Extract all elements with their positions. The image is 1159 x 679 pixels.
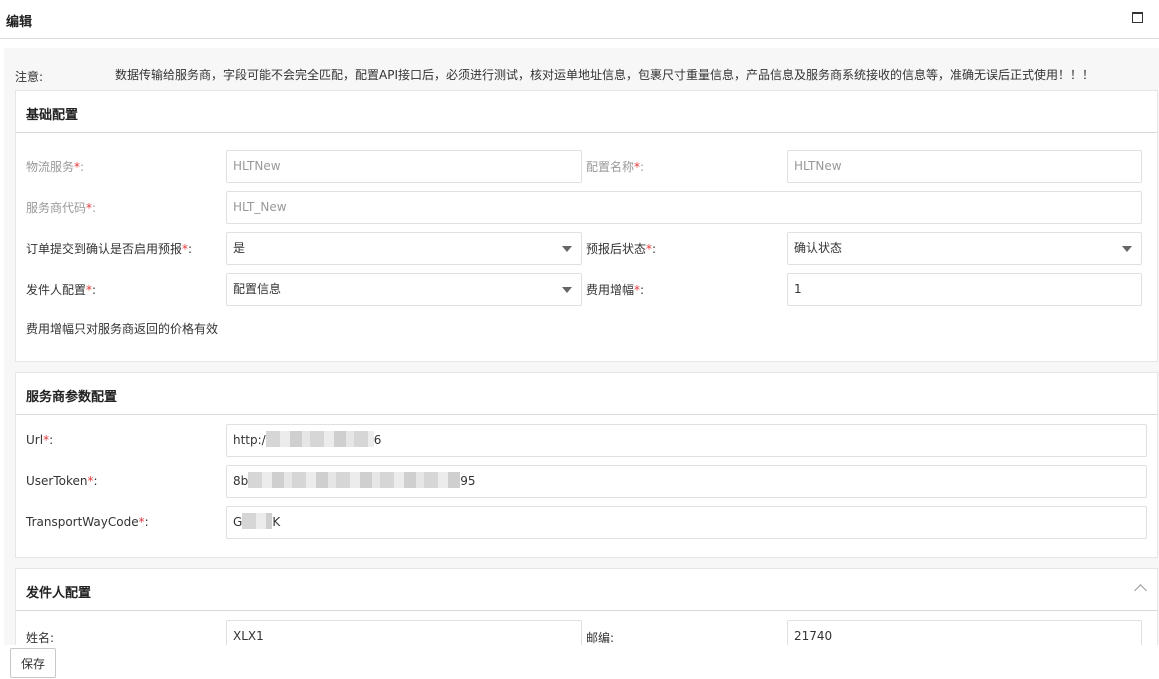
config-name-field: HLTNew	[787, 150, 1142, 183]
after-status-label: 预报后状态*:	[586, 242, 657, 256]
sender-title: 发件人配置	[26, 586, 92, 601]
provider-params-title: 服务商参数配置	[26, 390, 118, 405]
user-token-input[interactable]: 8b 95	[226, 465, 1147, 498]
url-value-start: http:/	[233, 433, 266, 447]
prereport-label: 订单提交到确认是否启用预报*:	[26, 242, 193, 256]
notice-label: 注意:	[15, 70, 44, 84]
dialog-titlebar: 编辑	[0, 0, 1159, 39]
zip-code-label: 邮编:	[586, 631, 615, 645]
fee-increase-label: 费用增幅*:	[586, 283, 645, 297]
dropdown-arrow-icon	[1122, 246, 1132, 252]
redacted-blur	[248, 472, 461, 488]
dialog-content[interactable]: 注意: 数据传输给服务商，字段可能不会完全匹配，配置API接口后，必须进行测试，…	[4, 48, 1159, 645]
provider-params-section: 服务商参数配置 Url*: http:/ 6 UserToken*: 8b 95 T…	[15, 372, 1158, 558]
url-value-end: 6	[373, 433, 382, 447]
after-status-select[interactable]: 确认状态	[787, 232, 1142, 265]
after-status-value: 确认状态	[794, 241, 843, 255]
maximize-icon[interactable]	[1132, 12, 1143, 23]
transport-way-code-input[interactable]: GK	[226, 506, 1147, 539]
transport-way-code-label: TransportWayCode*:	[26, 515, 149, 529]
fee-increase-hint: 费用增幅只对服务商返回的价格有效	[26, 322, 219, 336]
chevron-up-icon[interactable]	[1134, 584, 1147, 597]
transport-value-end: K	[272, 515, 281, 529]
url-input[interactable]: http:/ 6	[226, 424, 1147, 457]
redacted-blur	[265, 431, 374, 447]
token-value-start: 8b	[233, 474, 249, 488]
prereport-select[interactable]: 是	[226, 232, 582, 265]
logistics-service-field: HLTNew	[226, 150, 582, 183]
notice-text: 数据传输给服务商，字段可能不会完全匹配，配置API接口后，必须进行测试，核对运单…	[115, 68, 1094, 82]
user-token-label: UserToken*:	[26, 474, 98, 488]
basic-config-header: 基础配置	[16, 91, 1157, 133]
basic-config-title: 基础配置	[26, 108, 79, 123]
config-name-label: 配置名称*:	[586, 160, 645, 174]
dialog-footer: 保存	[0, 645, 1159, 679]
dialog-title: 编辑	[6, 15, 33, 30]
provider-params-header: 服务商参数配置	[16, 373, 1157, 415]
sender-name-input[interactable]: XLX1	[226, 620, 582, 645]
prereport-value: 是	[233, 241, 246, 255]
fee-increase-input[interactable]: 1	[787, 273, 1142, 306]
token-value-end: 95	[460, 474, 476, 488]
sender-config-select[interactable]: 配置信息	[226, 273, 582, 306]
sender-section: 发件人配置 姓名: XLX1 邮编: 21740	[15, 568, 1158, 645]
transport-value-start: G	[233, 515, 243, 529]
provider-code-field: HLT_New	[226, 191, 1142, 224]
sender-header[interactable]: 发件人配置	[16, 569, 1157, 611]
logistics-service-label: 物流服务*:	[26, 160, 85, 174]
dropdown-arrow-icon	[562, 287, 572, 293]
sender-name-label: 姓名:	[26, 631, 55, 645]
basic-config-section: 基础配置 物流服务*: HLTNew 配置名称*: HLTNew 服务商代码*:…	[15, 90, 1158, 362]
sender-config-label: 发件人配置*:	[26, 283, 97, 297]
zip-code-input[interactable]: 21740	[787, 620, 1142, 645]
sender-config-value: 配置信息	[233, 282, 282, 296]
save-button[interactable]: 保存	[10, 648, 56, 678]
provider-code-label: 服务商代码*:	[26, 201, 97, 215]
redacted-blur	[242, 513, 273, 529]
dropdown-arrow-icon	[562, 246, 572, 252]
url-label: Url*:	[26, 433, 54, 447]
